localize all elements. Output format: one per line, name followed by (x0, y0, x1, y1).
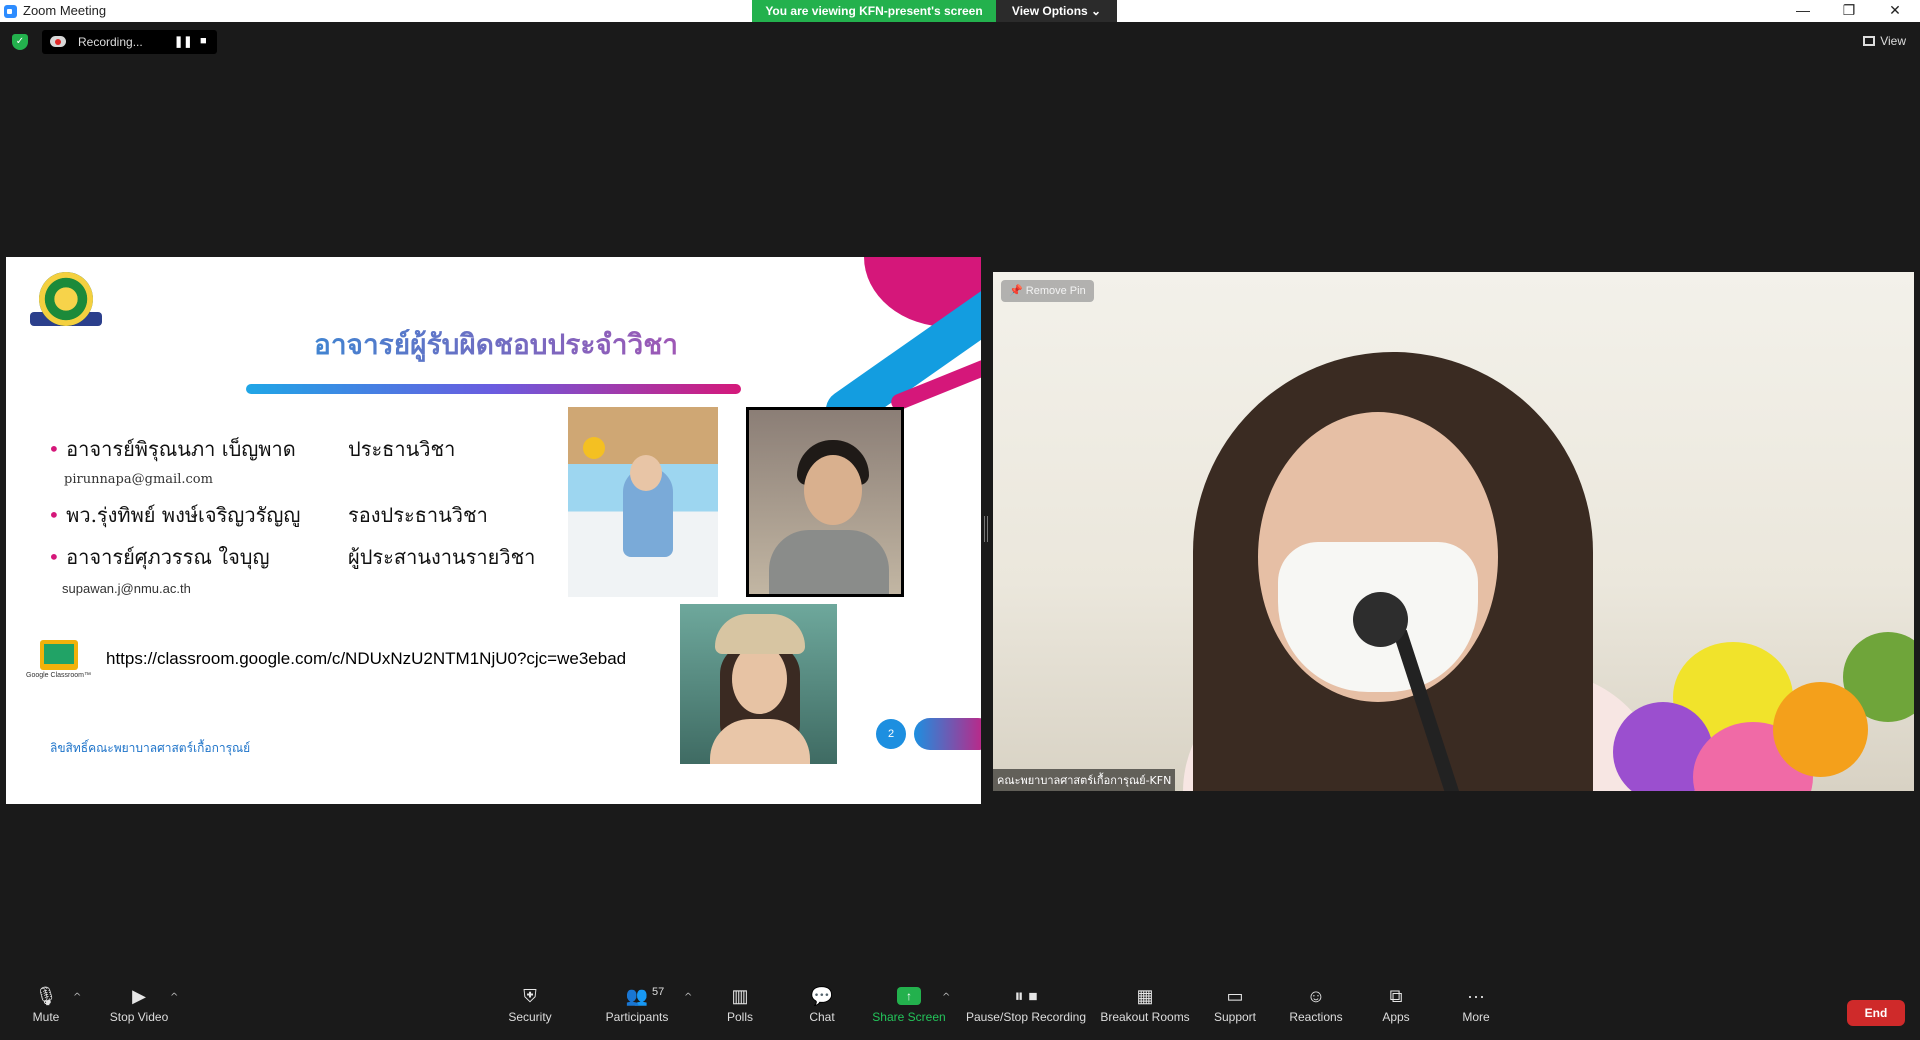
pause-stop-recording-label: Pause/Stop Recording (965, 1010, 1087, 1024)
chat-bubble-icon: 💬 (810, 986, 834, 1006)
staff-photo (680, 604, 837, 764)
more-label: More (1462, 1010, 1490, 1024)
staff-photo (746, 407, 904, 597)
pause-stop-recording-button[interactable]: ⏸ ⏹ Pause/Stop Recording (965, 986, 1087, 1036)
meeting-topbar: ✓ Recording... ❚❚ ■ View (0, 22, 1920, 62)
view-options-label: View Options (1011, 4, 1088, 18)
more-button[interactable]: ··· More (1458, 986, 1494, 1036)
staff-name: อาจารย์ศุภวรรณ ใจบุญ (66, 545, 270, 569)
copyright-text: ลิขสิทธิ์คณะพยาบาลศาสตร์เกื้อการุณย์ (50, 741, 251, 755)
pause-recording-icon[interactable]: ❚❚ (174, 35, 192, 48)
security-label: Security (508, 1010, 552, 1024)
pause-stop-icon: ⏸ ⏹ (1014, 986, 1038, 1006)
apps-button[interactable]: ⧉ Apps (1380, 986, 1412, 1036)
more-dots-icon: ··· (1467, 986, 1485, 1006)
share-screen-arrow-icon: ↑ (897, 987, 921, 1005)
participants-count: 57 (652, 986, 665, 998)
grid-view-icon (1863, 36, 1876, 46)
security-shield-icon: ⛨ (523, 986, 537, 1006)
split-view-resize-handle[interactable] (984, 516, 988, 542)
bullet: • (48, 503, 60, 527)
staff-photo (568, 407, 718, 597)
reactions-button[interactable]: ☺ Reactions (1288, 986, 1344, 1036)
viewing-screen-banner: You are viewing KFN-present's screen (752, 0, 996, 22)
reactions-label: Reactions (1289, 1010, 1343, 1024)
remove-pin-label: Remove Pin (1025, 285, 1086, 297)
staff-role: รองประธานวิชา (348, 503, 488, 527)
breakout-rooms-button[interactable]: ▦ Breakout Rooms (1100, 986, 1190, 1036)
close-button[interactable]: ✕ (1872, 0, 1918, 22)
video-options-caret-icon[interactable]: ^ (170, 992, 178, 1003)
security-button[interactable]: ⛨ Security (505, 986, 555, 1036)
polls-bar-chart-icon: ▥ (731, 986, 749, 1006)
staff-item: • อาจารย์ศุภวรรณ ใจบุญ (48, 541, 270, 573)
smiley-face-icon: ☺ (1306, 986, 1326, 1006)
share-screen-label: Share Screen (872, 1010, 946, 1024)
encryption-shield-icon[interactable]: ✓ (12, 34, 28, 50)
meeting-toolbar: 🎙 Mute ^ ▶ Stop Video ^ ⛨ Security 👥 Partici… (0, 976, 1920, 1040)
stop-recording-icon[interactable]: ■ (200, 35, 207, 47)
end-meeting-button[interactable]: End (1847, 1000, 1905, 1026)
staff-email: pirunnapa@gmail.com (64, 472, 213, 487)
participant-video-tile[interactable]: 📌 Remove Pin คณะพยาบาลศาสตร์เกื้อการุณย์… (993, 272, 1914, 791)
zoom-app-icon (4, 5, 17, 18)
staff-item: • อาจารย์พิรุณนภา เบ็ญพาด (48, 433, 296, 465)
slide-title: อาจารย์ผู้รับผิดชอบประจำวิชา (246, 323, 746, 367)
remove-pin-button[interactable]: 📌 Remove Pin (1001, 280, 1094, 302)
restore-button[interactable]: ❐ (1826, 0, 1872, 22)
window-title: Zoom Meeting (23, 3, 107, 18)
recording-label: Recording... (78, 35, 143, 49)
chat-button[interactable]: 💬 Chat (802, 986, 842, 1036)
chat-label: Chat (809, 1010, 835, 1024)
microphone-head (1353, 592, 1408, 647)
apps-icon: ⧉ (1389, 986, 1403, 1006)
title-underline-bar (246, 384, 741, 394)
staff-role: ประธานวิชา (348, 437, 456, 461)
staff-email: supawan.j@nmu.ac.th (62, 581, 191, 596)
view-layout-button[interactable]: View (1863, 34, 1906, 48)
support-screen-icon: ▭ (1226, 986, 1244, 1006)
stop-video-button[interactable]: ▶ Stop Video (104, 986, 174, 1036)
view-label: View (1880, 34, 1906, 48)
bullet: • (48, 437, 60, 461)
google-classroom-icon (40, 640, 78, 670)
recording-indicator: Recording... ❚❚ ■ (42, 30, 217, 54)
bullet: • (48, 545, 60, 569)
apps-label: Apps (1382, 1010, 1410, 1024)
participant-name-tag: คณะพยาบาลศาสตร์เกื้อการุณย์-KFN (993, 769, 1176, 791)
minimize-button[interactable]: — (1780, 0, 1826, 22)
classroom-link: https://classroom.google.com/c/NDUxNzU2N… (106, 649, 627, 668)
participants-options-caret-icon[interactable]: ^ (684, 992, 692, 1003)
faculty-logo (30, 272, 102, 332)
slide-page-number: 2 (876, 719, 906, 749)
google-classroom-label: Google Classroom™ (26, 672, 91, 679)
staff-item: • พว.รุ่งทิพย์ พงษ์เจริญวรัญญู (48, 499, 300, 531)
decorative-page-bar (914, 718, 981, 750)
staff-name: พว.รุ่งทิพย์ พงษ์เจริญวรัญญู (66, 503, 301, 527)
microphone-icon: 🎙 (34, 986, 58, 1006)
participants-label: Participants (605, 1010, 669, 1024)
stop-video-label: Stop Video (109, 1010, 169, 1024)
audio-options-caret-icon[interactable]: ^ (73, 992, 81, 1003)
flower-bouquet (1613, 612, 1914, 791)
staff-role: ผู้ประสานงานรายวิชา (348, 545, 536, 569)
cloud-recording-icon (50, 36, 66, 47)
breakout-rooms-label: Breakout Rooms (1100, 1010, 1190, 1024)
polls-label: Polls (726, 1010, 753, 1024)
mute-button[interactable]: 🎙 Mute (28, 986, 64, 1036)
polls-button[interactable]: ▥ Polls (720, 986, 760, 1036)
shared-screen-slide: อาจารย์ผู้รับผิดชอบประจำวิชา • อาจารย์พิ… (6, 257, 981, 804)
video-camera-icon: ▶ (132, 986, 146, 1006)
share-screen-button[interactable]: ↑ Share Screen (872, 986, 946, 1036)
mute-label: Mute (32, 1010, 60, 1024)
view-options-button[interactable]: View Options ⌄ (996, 0, 1117, 22)
window-titlebar: Zoom Meeting You are viewing KFN-present… (0, 0, 1920, 22)
support-button[interactable]: ▭ Support (1210, 986, 1260, 1036)
staff-name: อาจารย์พิรุณนภา เบ็ญพาด (66, 437, 296, 461)
breakout-rooms-grid-icon: ▦ (1136, 986, 1154, 1006)
share-options-caret-icon[interactable]: ^ (942, 992, 950, 1003)
support-label: Support (1213, 1010, 1257, 1024)
